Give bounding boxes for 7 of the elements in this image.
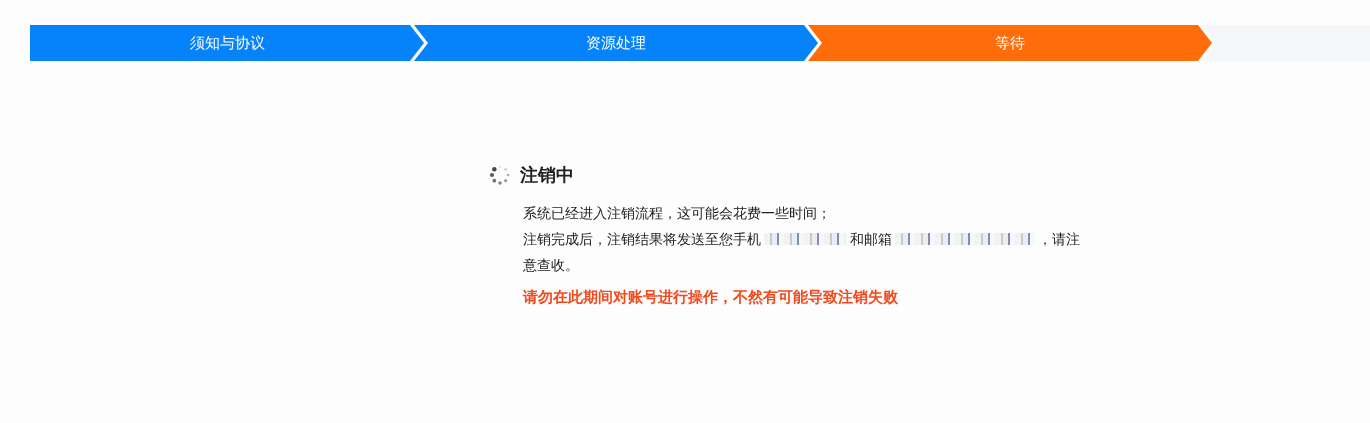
warning-text: 请勿在此期间对账号进行操作，不然有可能导致注销失败 <box>521 287 899 308</box>
body-text: 注销完成后，注销结果将发送至您手机 <box>523 231 761 247</box>
body-text: 意查收。 <box>523 257 579 273</box>
status-title: 注销中 <box>520 163 574 187</box>
body-text: 和邮箱 <box>850 231 892 247</box>
body-text: ，请注 <box>1038 231 1080 247</box>
body-text: 系统已经进入注销流程，这可能会花费一些时间； <box>523 205 831 221</box>
